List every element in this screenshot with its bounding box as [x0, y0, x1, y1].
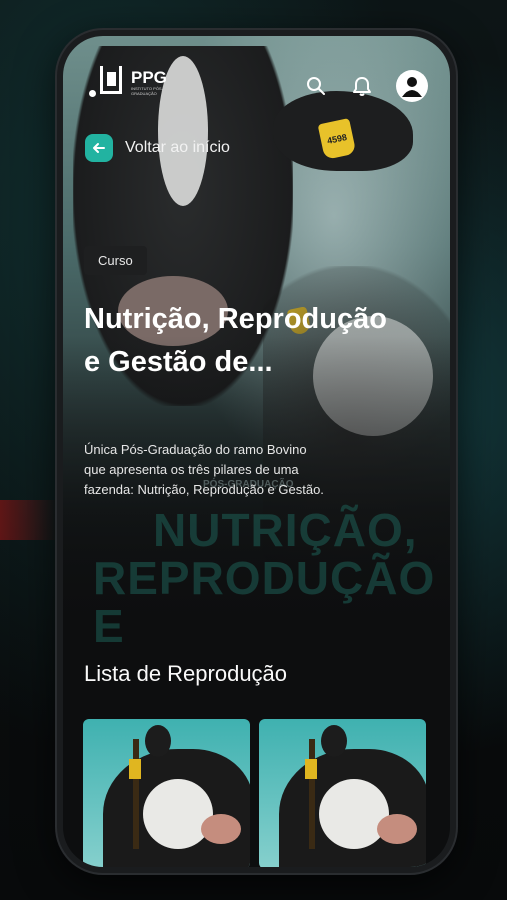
logo-text: PPG — [131, 68, 167, 87]
watermark-line-1: NUTRIÇÃO, — [153, 504, 418, 556]
logo[interactable]: PPG INSTITUTO PÓS-GRADUAÇÃO — [89, 66, 183, 100]
arrow-left-icon[interactable] — [85, 134, 113, 162]
watermark-text: NUTRIÇÃO, REPRODUÇÃO E — [93, 506, 443, 650]
playlist-item[interactable] — [259, 719, 426, 867]
app-screen: 4598 PÓS-GRADUAÇÃO NUTRIÇÃO, REPRODUÇÃO … — [63, 36, 450, 867]
back-label[interactable]: Voltar ao início — [125, 139, 230, 157]
logo-subtitle: INSTITUTO PÓS-GRADUAÇÃO — [131, 86, 163, 96]
playlist-thumbnails — [83, 719, 426, 867]
phone-frame: 4598 PÓS-GRADUAÇÃO NUTRIÇÃO, REPRODUÇÃO … — [57, 30, 456, 873]
back-to-home-link[interactable]: Voltar ao início — [85, 134, 230, 162]
background-decoration — [0, 500, 60, 540]
watermark-line-2: REPRODUÇÃO E — [93, 552, 436, 652]
playlist-item[interactable] — [83, 719, 250, 867]
user-icon[interactable] — [396, 70, 428, 102]
course-description: Única Pós-Graduação do ramo Bovino que a… — [84, 442, 324, 497]
course-title: Nutrição, Reprodução e Gestão de... — [84, 303, 387, 378]
search-icon[interactable] — [304, 74, 328, 98]
bell-icon[interactable] — [350, 74, 374, 98]
playlist-title: Lista de Reprodução — [84, 661, 288, 686]
header-actions — [304, 70, 428, 102]
logo-mark — [89, 66, 127, 100]
course-badge: Curso — [84, 246, 147, 275]
